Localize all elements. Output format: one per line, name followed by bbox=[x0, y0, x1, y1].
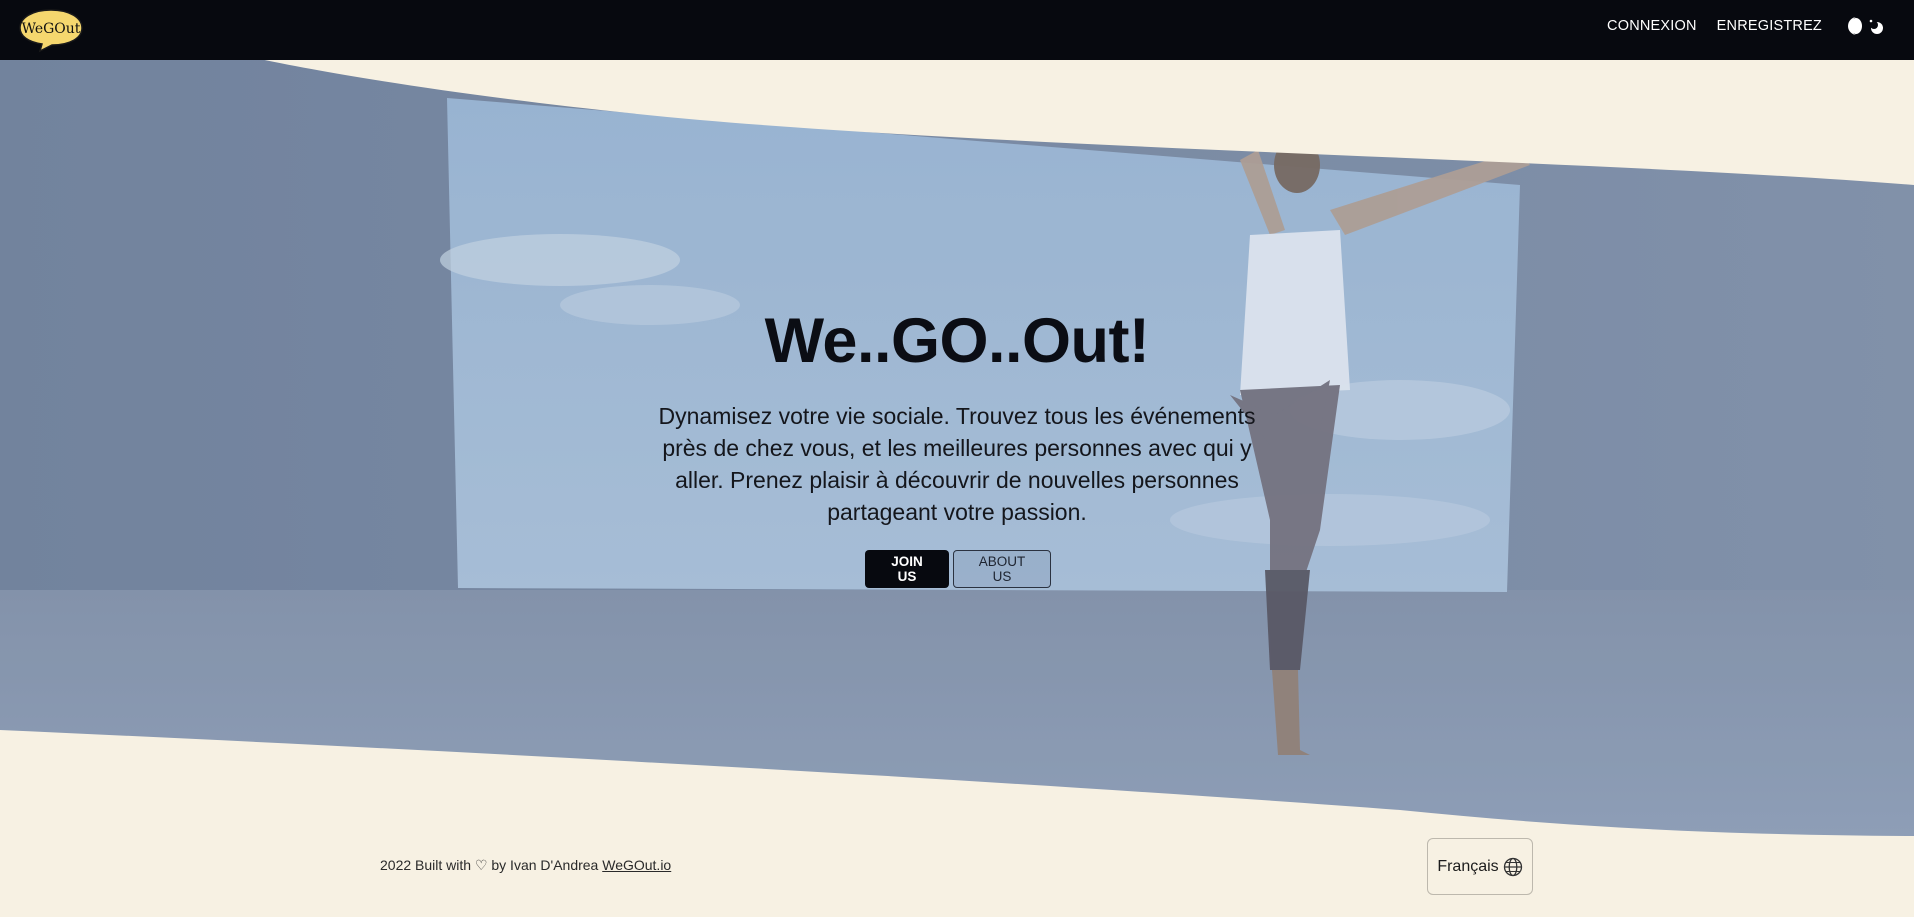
language-label: Français bbox=[1437, 857, 1499, 875]
globe-icon bbox=[1503, 857, 1522, 876]
language-selector[interactable]: Français bbox=[1427, 838, 1533, 895]
register-link[interactable]: ENREGISTREZ bbox=[1717, 18, 1822, 34]
moon-toggle-icon bbox=[1848, 17, 1883, 35]
footer-site-link[interactable]: WeGOut.io bbox=[602, 857, 671, 873]
svg-text:WeGOut: WeGOut bbox=[22, 21, 81, 37]
join-us-button[interactable]: JOIN US bbox=[865, 550, 949, 588]
about-us-button[interactable]: ABOUT US bbox=[953, 550, 1051, 588]
footer-credits: 2022 Built with ♡ by Ivan D'Andrea WeGOu… bbox=[380, 857, 671, 874]
hero-title: We..GO..Out! bbox=[764, 306, 1150, 376]
nav-links: CONNEXION ENREGISTREZ bbox=[1607, 0, 1890, 52]
hero-buttons: JOIN US ABOUT US bbox=[865, 550, 1051, 588]
hero-content: We..GO..Out! Dynamisez votre vie sociale… bbox=[0, 50, 1914, 840]
login-link[interactable]: CONNEXION bbox=[1607, 18, 1697, 34]
footer-credit-text: 2022 Built with ♡ by Ivan D'Andrea bbox=[380, 857, 603, 873]
wegout-logo[interactable]: WeGOut bbox=[18, 7, 84, 53]
top-navbar: WeGOut CONNEXION ENREGISTREZ bbox=[0, 0, 1914, 60]
hero-description: Dynamisez votre vie sociale. Trouvez tou… bbox=[658, 403, 1256, 525]
hero-section: We..GO..Out! Dynamisez votre vie sociale… bbox=[0, 50, 1914, 840]
theme-toggle[interactable] bbox=[1846, 15, 1890, 37]
